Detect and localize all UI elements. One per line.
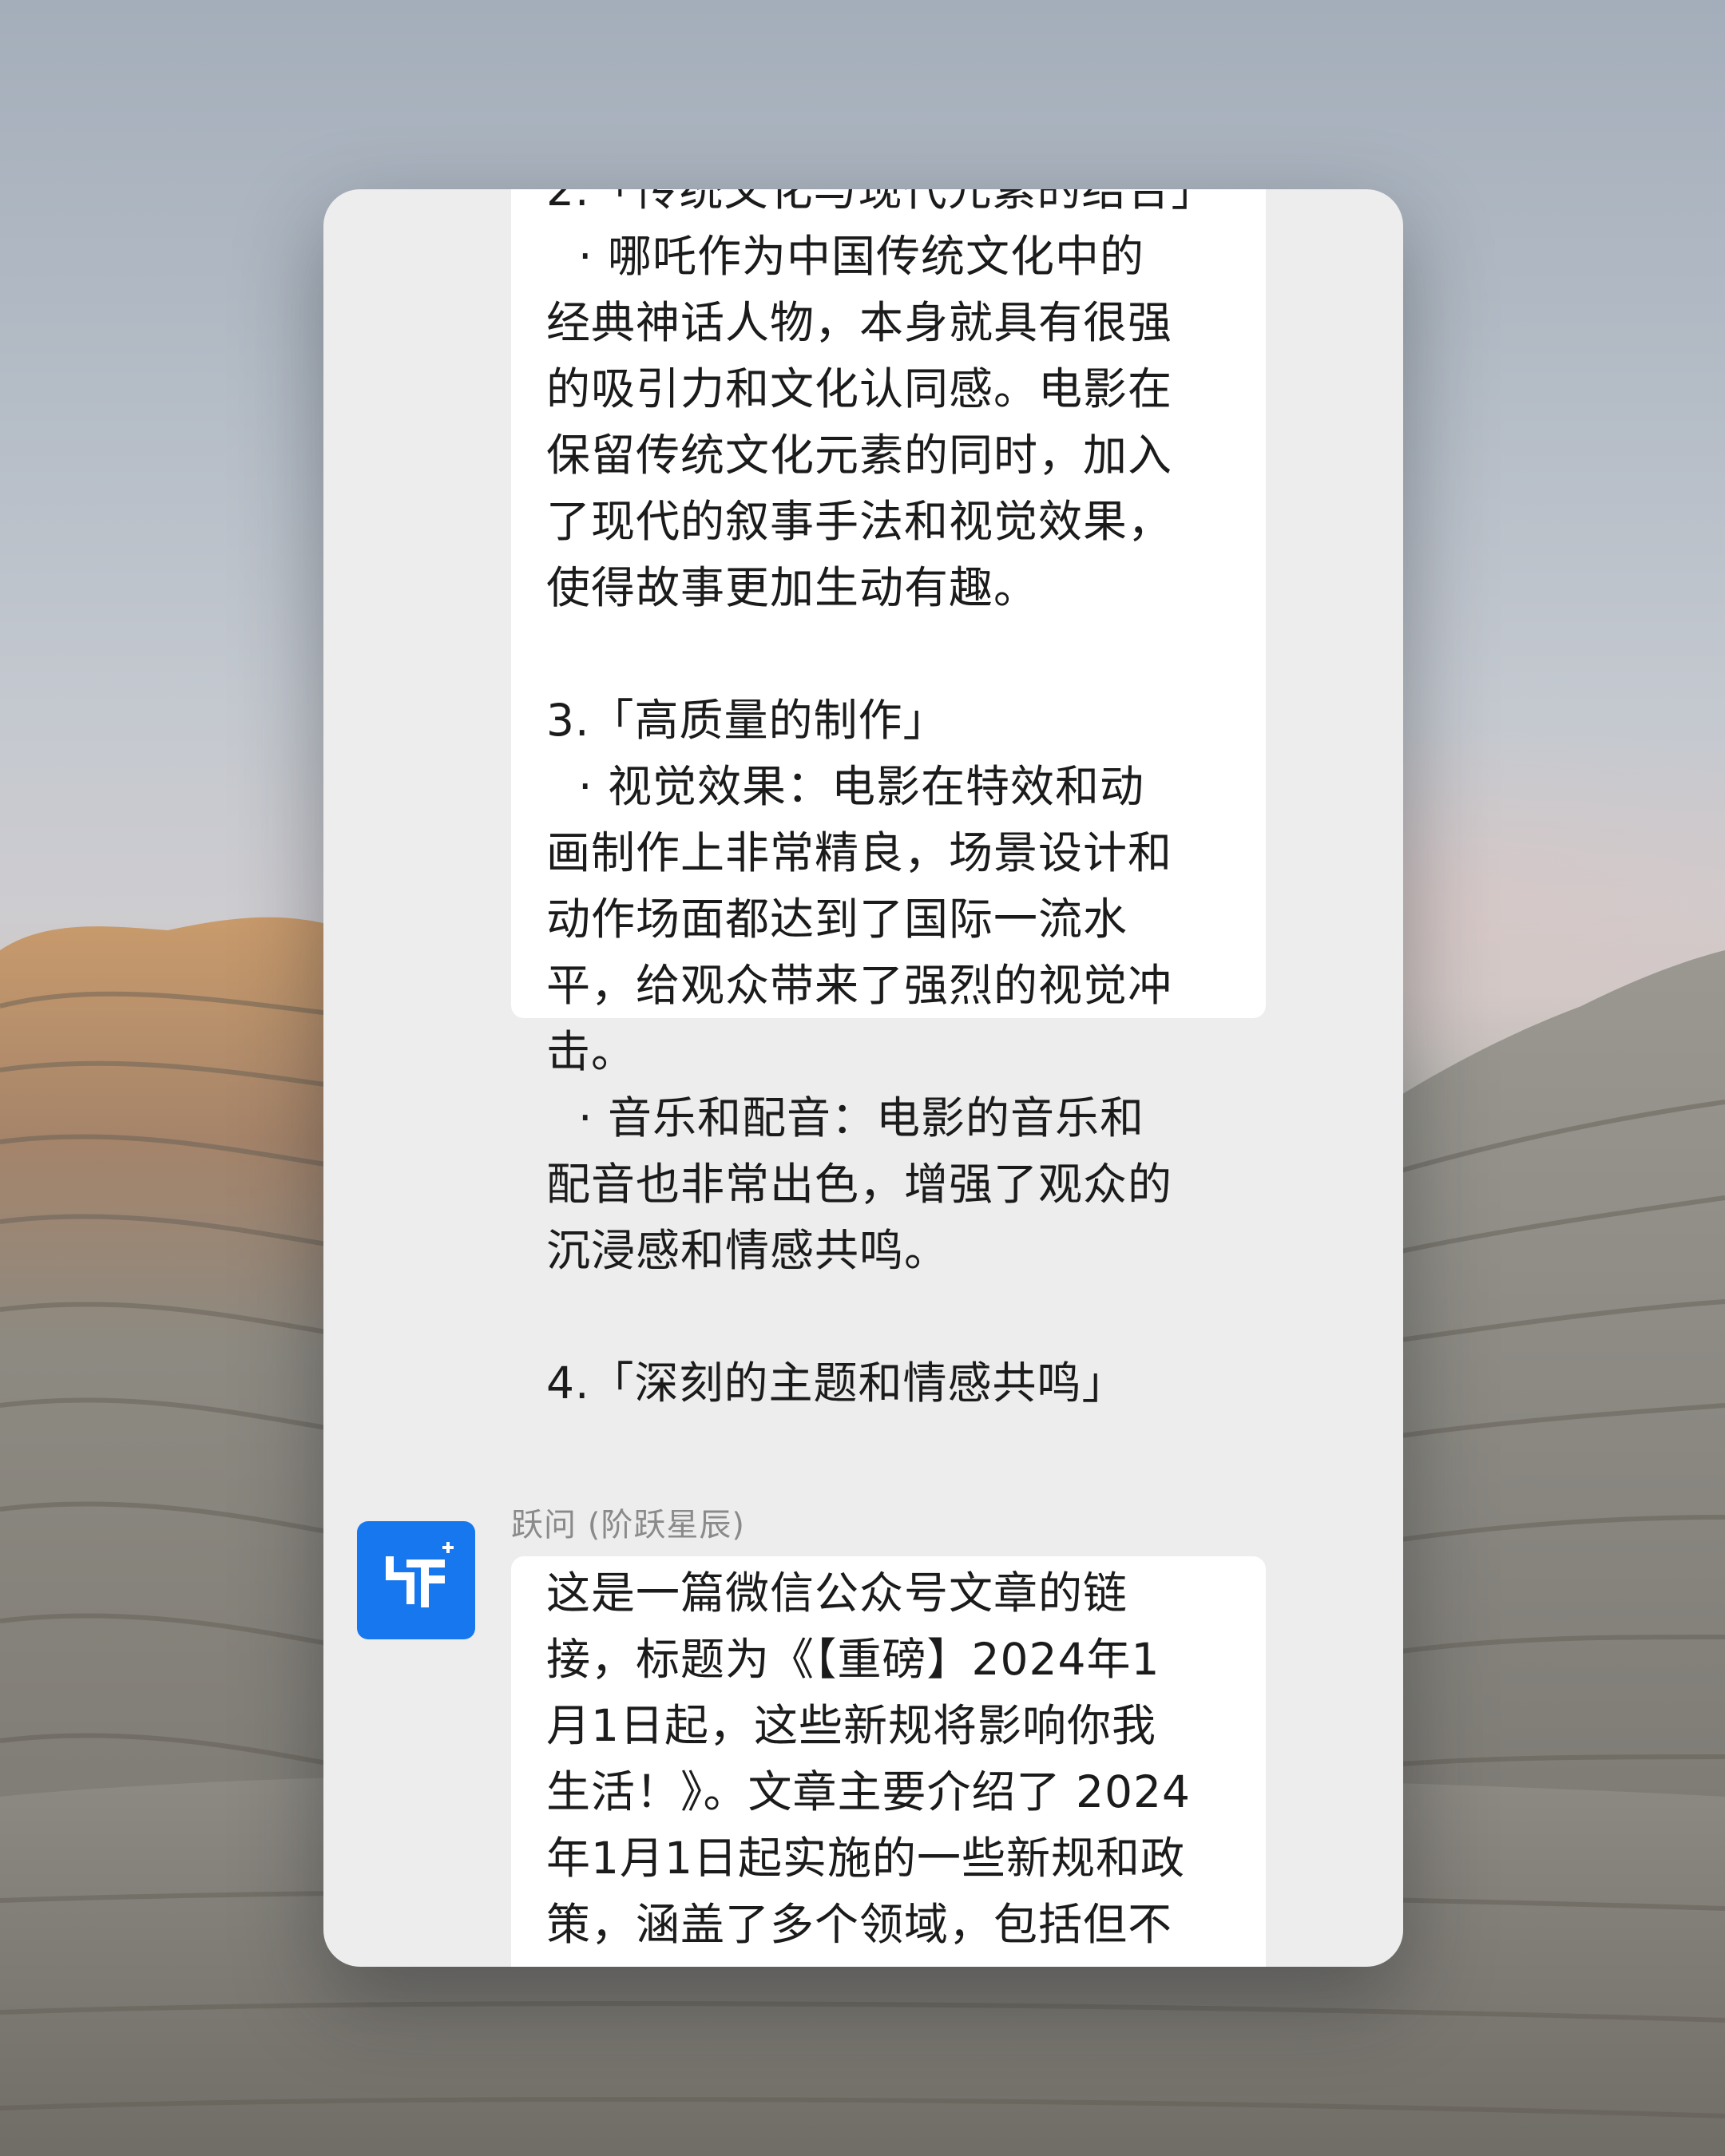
- message-line: 配音也非常出色，增强了观众的: [546, 1159, 1173, 1210]
- message-line: 4.「深刻的主题和情感共鸣」: [546, 1357, 1127, 1409]
- message-line: 动作场面都达到了国际一流水: [546, 894, 1128, 945]
- message-line: 平，给观众带来了强烈的视觉冲: [546, 960, 1173, 1011]
- message-line: 接，标题为《【重磅】2024年1: [546, 1634, 1160, 1685]
- message-line: 经典神话人物，本身就具有很强: [546, 297, 1173, 348]
- message-line: 这是一篇微信公众号文章的链: [546, 1567, 1128, 1619]
- assistant-message-bubble: 2.「传统文化与现代元素的结合」 · 哪吒作为中国传统文化中的 经典神话人物，本…: [511, 189, 1266, 1409]
- message-line: 使得故事更加生动有趣。: [546, 562, 1039, 613]
- message-line: 生活！》。文章主要介绍了 2024: [546, 1766, 1191, 1817]
- sender-name: 跃问 (阶跃星辰): [511, 1507, 745, 1544]
- message-line: 月1日起，这些新规将影响你我: [546, 1700, 1156, 1751]
- message-line: 画制作上非常精良，场景设计和: [546, 827, 1173, 878]
- message-line: 沉浸感和情感共鸣。: [546, 1225, 950, 1276]
- message-line: · 音乐和配音：电影的音乐和: [578, 1092, 1144, 1143]
- stepfun-logo-icon: [386, 1542, 454, 1607]
- assistant-avatar[interactable]: [357, 1521, 475, 1639]
- message-line: · 哪吒作为中国传统文化中的: [578, 231, 1144, 282]
- message-line: 的吸引力和文化认同感。电影在: [546, 363, 1173, 414]
- message-line: 策，涵盖了多个领域，包括但不: [546, 1899, 1173, 1950]
- chat-window: 2.「传统文化与现代元素的结合」 · 哪吒作为中国传统文化中的 经典神话人物，本…: [323, 189, 1403, 1967]
- message-line: 了现代的叙事手法和视觉效果，: [546, 496, 1173, 547]
- message-line: 3.「高质量的制作」: [546, 695, 948, 746]
- message-line: 击。: [546, 1026, 636, 1077]
- assistant-message-bubble: 这是一篇微信公众号文章的链 接，标题为《【重磅】2024年1 月1日起，这些新规…: [511, 1556, 1266, 1967]
- message-line: · 视觉效果：电影在特效和动: [578, 761, 1144, 812]
- message-line: 2.「传统文化与现代元素的结合」: [546, 189, 1216, 216]
- message-line: 保留传统文化元素的同时，加入: [546, 430, 1173, 481]
- message-line: 年1月1日起实施的一些新规和政: [546, 1833, 1185, 1884]
